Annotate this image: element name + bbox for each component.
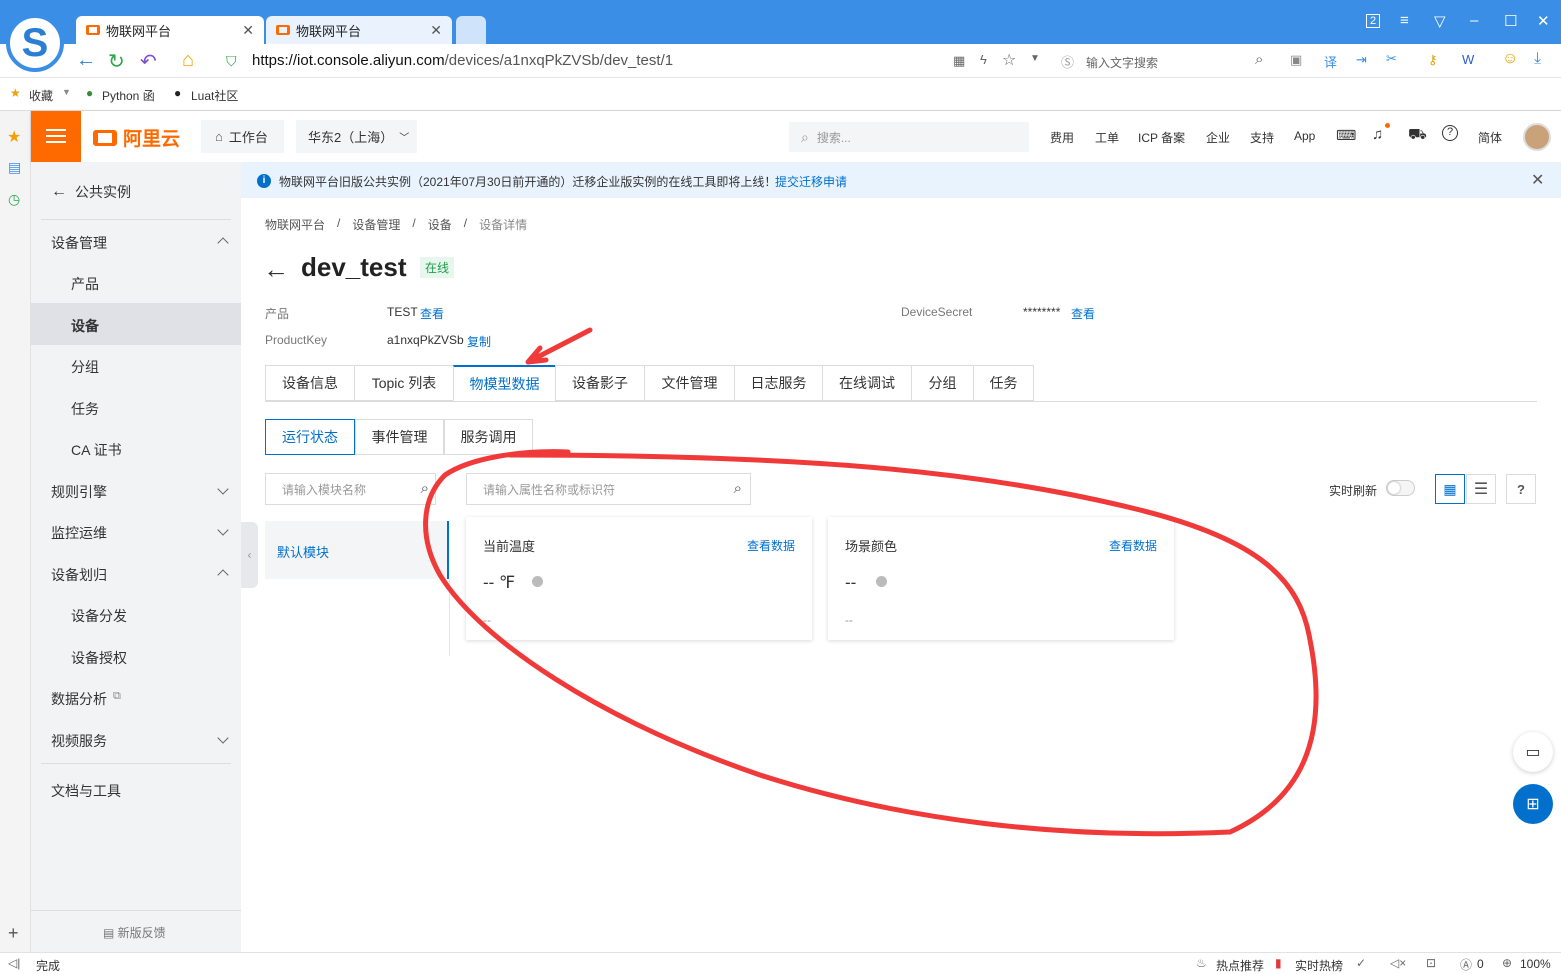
hot-recommend-icon: ♨ [1196,956,1207,970]
hot-recommend[interactable]: 热点推荐 [1216,957,1264,974]
mute-icon[interactable]: ◁× [1390,956,1406,970]
browser-status-bar: ◁| 完成 ♨ 热点推荐 ▮ 实时热榜 ✓ ◁× ⊡ Ⓐ 0 ⊕ 100% [0,952,1561,974]
lock-icon[interactable]: ⊡ [1426,956,1436,970]
browser-logo-icon[interactable]: S [6,14,64,72]
adblock-count: 0 [1477,957,1484,971]
annotation-circle [423,449,1319,837]
zoom-icon[interactable]: ⊕ [1502,956,1512,970]
adblock-icon[interactable]: Ⓐ [1460,956,1472,973]
zoom-level[interactable]: 100% [1520,957,1551,971]
annotation-arrow [525,327,593,365]
status-text: 完成 [36,959,61,973]
shield-icon[interactable]: ✓ [1356,956,1366,970]
sidebar-toggle-icon[interactable]: ◁| [8,956,20,970]
realtime-hot-icon: ▮ [1275,956,1282,970]
realtime-hot[interactable]: 实时热榜 [1295,957,1343,974]
annotation-overlay [423,327,1319,837]
